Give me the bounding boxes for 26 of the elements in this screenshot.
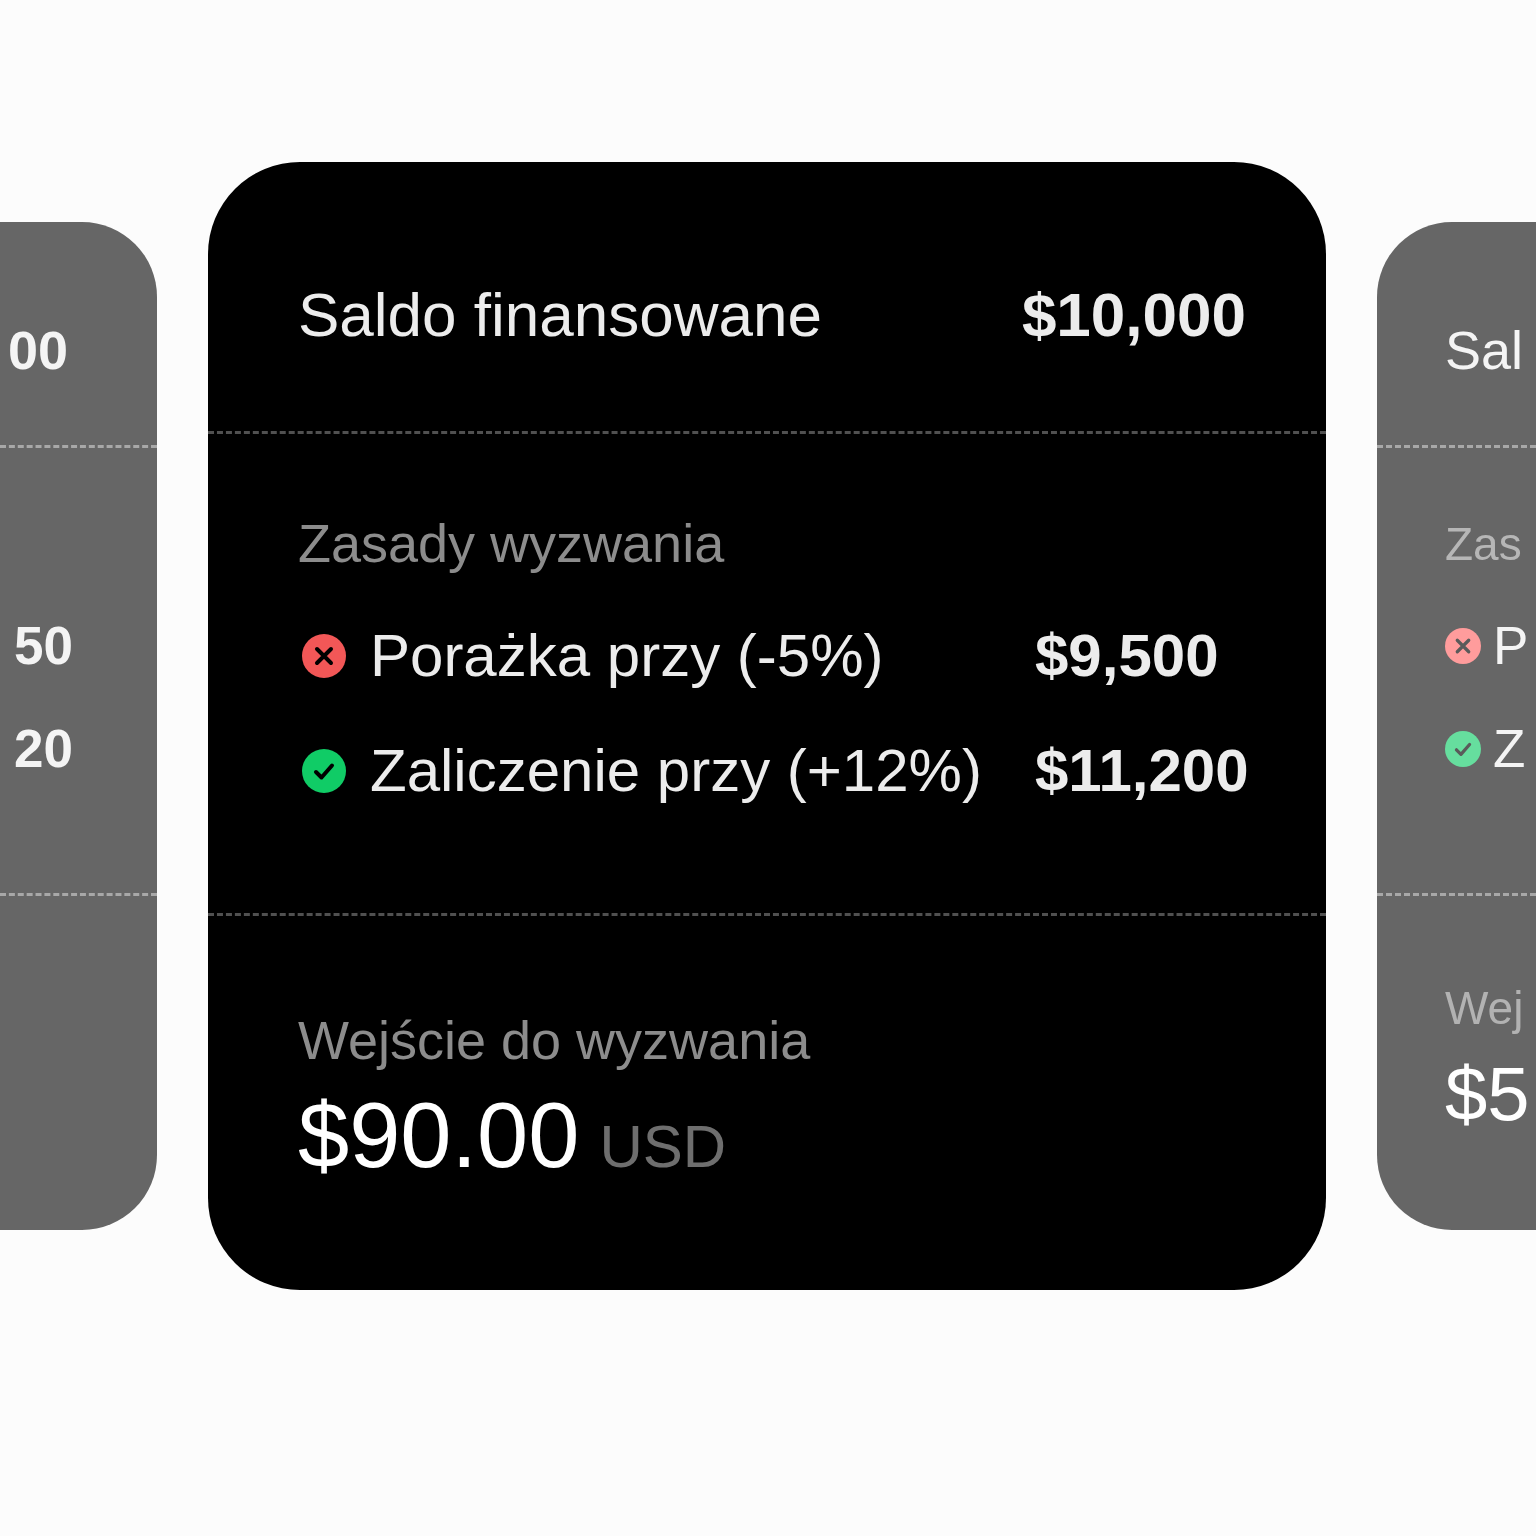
entry-fee-label: Wej: [1445, 981, 1524, 1036]
cross-icon: [302, 634, 346, 678]
entry-fee-price: $90.00: [298, 1085, 580, 1185]
rule-label: Porażka przy (-5%): [370, 621, 885, 691]
rules-heading: Zas: [1445, 517, 1522, 572]
rule-label: Zaliczenie przy (+12%): [370, 736, 983, 806]
funded-balance-label: Sal: [1445, 319, 1524, 382]
rule-value: 50: [14, 615, 73, 677]
check-icon: [302, 749, 346, 793]
entry-fee-label: Wejście do wyzwania: [298, 1009, 811, 1072]
currency-label: USD: [599, 1112, 727, 1182]
challenge-card[interactable]: Saldo finansowane $10,000 Zasady wyzwania Porażka przy (-5%) $9,500 Zaliczenie przy (+12%) $11,200 Wejście do wyzwania $90.00 USD: [208, 162, 1326, 1290]
funded-balance-label: Saldo finansowane: [298, 279, 822, 351]
funded-balance-value: 00: [8, 319, 69, 382]
rule-label: Z: [1493, 718, 1526, 780]
check-icon: [1445, 731, 1481, 767]
rule-value: $9,500: [1035, 621, 1219, 691]
cross-icon: [1445, 628, 1481, 664]
entry-fee-price: $5: [1445, 1052, 1530, 1136]
funded-balance-value: $10,000: [1021, 279, 1246, 351]
challenge-card[interactable]: Sal Zas P Z Wej $5: [1377, 222, 1536, 1230]
challenge-card[interactable]: 00 50 20: [0, 222, 157, 1230]
rule-value: $11,200: [1035, 736, 1249, 806]
rule-value: 20: [14, 718, 73, 780]
rules-heading: Zasady wyzwania: [298, 512, 725, 575]
rule-label: P: [1493, 615, 1529, 677]
